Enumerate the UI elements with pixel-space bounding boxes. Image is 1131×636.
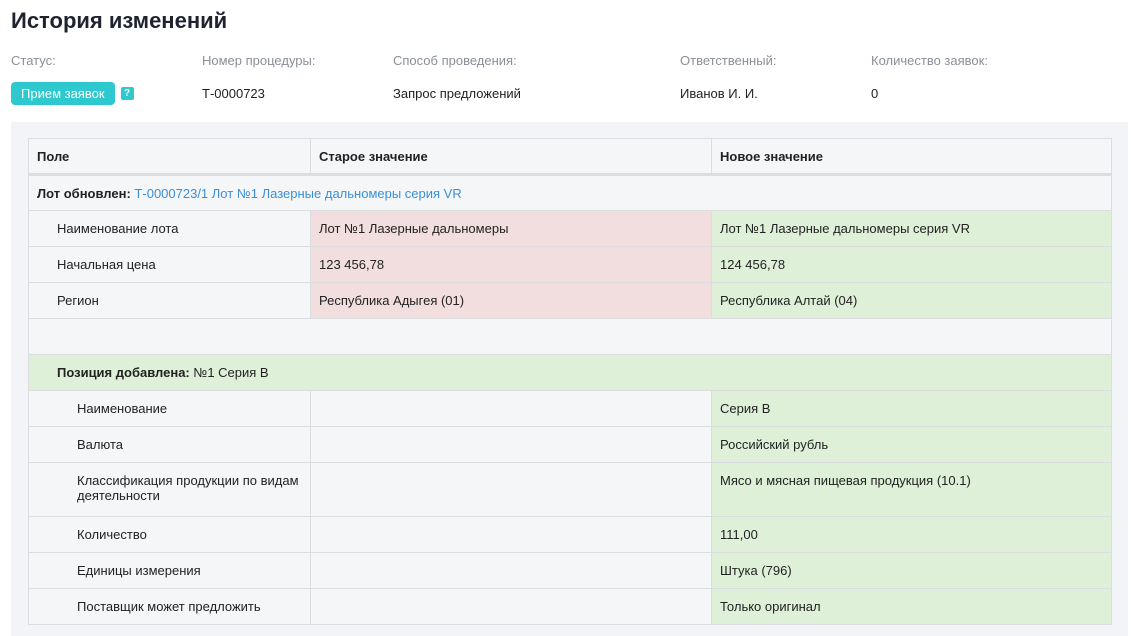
position-name: №1 Серия В (193, 365, 268, 380)
header-old: Старое значение (311, 139, 712, 175)
old-cell (311, 427, 712, 463)
header-field: Поле (29, 139, 311, 175)
old-cell (311, 463, 712, 517)
method-label: Способ проведения: (393, 53, 521, 68)
lot-updated-label: Лот обновлен: (37, 186, 131, 201)
lot-link[interactable]: Т-0000723/1 Лот №1 Лазерные дальномеры с… (134, 186, 461, 201)
new-cell: Штука (796) (712, 553, 1112, 589)
new-cell: Российский рубль (712, 427, 1112, 463)
old-cell: Лот №1 Лазерные дальномеры (311, 211, 712, 247)
old-cell: Республика Адыгея (01) (311, 283, 712, 319)
table-row: Количество 111,00 (29, 517, 1112, 553)
status-badge: Прием заявок (11, 82, 115, 105)
new-cell: Только оригинал (712, 589, 1112, 625)
field-cell: Количество (29, 517, 311, 553)
field-cell: Валюта (29, 427, 311, 463)
field-cell: Наименование лота (29, 211, 311, 247)
field-cell: Единицы измерения (29, 553, 311, 589)
responsible-block: Ответственный: Иванов И. И. (680, 53, 776, 101)
old-cell (311, 517, 712, 553)
history-panel: Поле Старое значение Новое значение Лот … (11, 122, 1128, 636)
procedure-number-link[interactable]: Т-0000723 (202, 86, 316, 101)
number-block: Номер процедуры: Т-0000723 (202, 53, 316, 101)
new-cell: Мясо и мясная пищевая продукция (10.1) (712, 463, 1112, 517)
old-cell (311, 553, 712, 589)
new-cell: Лот №1 Лазерные дальномеры серия VR (712, 211, 1112, 247)
method-value: Запрос предложений (393, 86, 521, 101)
field-cell: Регион (29, 283, 311, 319)
table-row: Поставщик может предложить Только оригина… (29, 589, 1112, 625)
method-block: Способ проведения: Запрос предложений (393, 53, 521, 101)
field-cell: Начальная цена (29, 247, 311, 283)
lot-updated-row: Лот обновлен: Т-0000723/1 Лот №1 Лазерны… (29, 175, 1112, 211)
old-cell: 123 456,78 (311, 247, 712, 283)
field-cell: Классификация продукции по видам деятель… (29, 463, 311, 517)
responsible-label: Ответственный: (680, 53, 776, 68)
help-icon[interactable]: ? (121, 87, 134, 100)
status-label: Статус: (11, 53, 134, 68)
responsible-value: Иванов И. И. (680, 86, 776, 101)
count-value: 0 (871, 86, 988, 101)
table-row: Начальная цена123 456,78124 456,78 (29, 247, 1112, 283)
header-new: Новое значение (712, 139, 1112, 175)
new-cell: Республика Алтай (04) (712, 283, 1112, 319)
number-label: Номер процедуры: (202, 53, 316, 68)
table-row: Валюта Российский рубль (29, 427, 1112, 463)
page-title: История изменений (11, 8, 227, 34)
table-row: Классификация продукции по видам деятель… (29, 463, 1112, 517)
table-row: РегионРеспублика Адыгея (01)Республика А… (29, 283, 1112, 319)
spacer-row (29, 319, 1112, 355)
new-cell: 124 456,78 (712, 247, 1112, 283)
position-added-row: Позиция добавлена: №1 Серия В (29, 355, 1112, 391)
old-cell (311, 589, 712, 625)
count-label: Количество заявок: (871, 53, 988, 68)
old-cell (311, 391, 712, 427)
table-row: Наименование Серия В (29, 391, 1112, 427)
new-cell: 111,00 (712, 517, 1112, 553)
new-cell: Серия В (712, 391, 1112, 427)
table-row: Наименование лотаЛот №1 Лазерные дальном… (29, 211, 1112, 247)
changes-table: Поле Старое значение Новое значение Лот … (28, 138, 1112, 625)
field-cell: Поставщик может предложить (29, 589, 311, 625)
position-added-label: Позиция добавлена: (57, 365, 190, 380)
table-row: Единицы измерения Штука (796) (29, 553, 1112, 589)
field-cell: Наименование (29, 391, 311, 427)
status-block: Статус: Прием заявок? (11, 53, 134, 105)
count-block: Количество заявок: 0 (871, 53, 988, 101)
